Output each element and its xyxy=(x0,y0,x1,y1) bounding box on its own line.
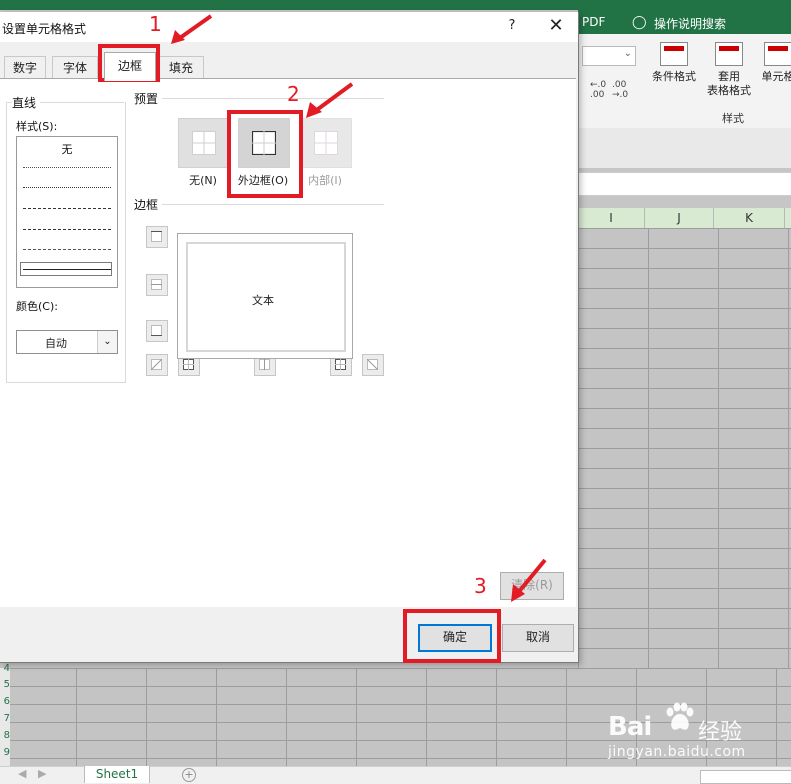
annotation-box-step2 xyxy=(227,110,303,198)
diagonal-up-icon xyxy=(151,359,162,370)
tell-me-search[interactable]: 操作说明搜索 xyxy=(654,15,726,32)
increase-decimal-icon[interactable]: ←.0.00 xyxy=(590,80,606,100)
line-style-list[interactable]: 无 xyxy=(16,136,118,288)
cell-styles-button[interactable]: 单元格 xyxy=(758,42,791,84)
border-inside-vertical-icon xyxy=(259,359,270,370)
line-style-dashed[interactable] xyxy=(23,249,111,250)
worksheet-grid[interactable] xyxy=(578,228,791,668)
conditional-format-icon xyxy=(660,42,688,66)
decrease-decimal-icon[interactable]: .00→.0 xyxy=(612,80,628,100)
number-format-select[interactable]: ⌄ xyxy=(582,46,636,66)
annotation-number-2: 2 xyxy=(287,82,300,106)
row-number[interactable]: 9 xyxy=(0,744,10,762)
ribbon-pdf-tab[interactable]: PDF xyxy=(582,15,605,29)
baidu-paw-icon xyxy=(662,700,696,734)
border-preview-text: 文本 xyxy=(248,292,278,308)
line-style-selected-frame xyxy=(20,262,112,276)
styles-group-label: 样式 xyxy=(722,110,744,126)
row-number[interactable]: 8 xyxy=(0,727,10,745)
border-top-button[interactable] xyxy=(146,226,168,248)
presets-title: 预置 xyxy=(134,90,162,107)
border-diagonal-up-button[interactable] xyxy=(146,354,168,376)
line-style-dash-dot[interactable] xyxy=(23,229,111,230)
ribbon-tab-strip: PDF ◯ 操作说明搜索 xyxy=(578,10,791,34)
border-diagonal-down-button[interactable] xyxy=(362,354,384,376)
border-rule xyxy=(134,204,384,205)
tab-number[interactable]: 数字 xyxy=(4,56,46,79)
color-label: 颜色(C): xyxy=(16,298,58,314)
border-top-icon xyxy=(151,231,162,242)
annotation-arrow-1 xyxy=(165,12,215,48)
row-headers: 4 5 6 7 8 9 xyxy=(0,668,10,766)
formula-input[interactable] xyxy=(578,172,791,196)
border-bottom-icon xyxy=(151,325,162,336)
chevron-down-icon: ⌄ xyxy=(624,48,632,59)
annotation-number-3: 3 xyxy=(474,574,487,598)
format-as-table-button[interactable]: 套用 表格格式 xyxy=(704,42,754,98)
preset-none-icon xyxy=(192,131,216,155)
column-header-i[interactable]: I xyxy=(578,208,645,228)
tab-border[interactable]: 边框 xyxy=(104,52,156,81)
diagonal-down-icon xyxy=(367,359,378,370)
cell-styles-label: 单元格 xyxy=(762,70,791,83)
row-number[interactable]: 7 xyxy=(0,710,10,728)
excel-title-strip xyxy=(0,0,791,10)
cell-styles-icon xyxy=(764,42,791,66)
add-sheet-button[interactable]: + xyxy=(182,768,196,782)
table-format-label-2: 表格格式 xyxy=(707,84,751,97)
dialog-titlebar: 设置单元格格式 ? ✕ xyxy=(0,12,578,42)
table-format-label-1: 套用 xyxy=(718,70,740,83)
column-header-j[interactable]: J xyxy=(645,208,714,228)
annotation-arrow-3 xyxy=(505,556,549,606)
baidu-logo-text: Bai xyxy=(608,712,651,742)
column-headers: I J K xyxy=(578,208,791,230)
close-button[interactable]: ✕ xyxy=(546,15,566,37)
column-header-k[interactable]: K xyxy=(714,208,785,228)
border-left-icon xyxy=(183,359,194,370)
annotation-box-step3 xyxy=(403,609,501,663)
conditional-format-label: 条件格式 xyxy=(652,70,696,83)
cancel-button[interactable]: 取消 xyxy=(502,624,574,652)
line-group-title: 直线 xyxy=(12,94,40,111)
border-inside-horizontal-icon xyxy=(151,279,162,290)
border-middle-horizontal-button[interactable] xyxy=(146,274,168,296)
annotation-number-1: 1 xyxy=(149,12,162,36)
dialog-title: 设置单元格格式 xyxy=(2,20,86,37)
baidu-url: jingyan.baidu.com xyxy=(608,744,746,760)
chevron-down-icon[interactable]: ⌄ xyxy=(97,331,117,353)
row-number[interactable]: 5 xyxy=(0,676,10,694)
line-style-hair[interactable] xyxy=(23,167,111,168)
line-color-select[interactable]: 自动 ⌄ xyxy=(16,330,118,354)
conditional-format-button[interactable]: 条件格式 xyxy=(646,42,702,84)
preset-inside-icon xyxy=(314,131,338,155)
line-style-dotted[interactable] xyxy=(23,187,111,188)
help-button[interactable]: ? xyxy=(504,18,520,36)
row-number[interactable]: 6 xyxy=(0,693,10,711)
prev-sheet-icon[interactable]: ◀ xyxy=(18,767,26,780)
tab-font[interactable]: 字体 xyxy=(52,56,98,79)
line-color-value: 自动 xyxy=(17,335,95,351)
border-bottom-button[interactable] xyxy=(146,320,168,342)
table-format-icon xyxy=(715,42,743,66)
tab-fill[interactable]: 填充 xyxy=(158,56,204,79)
formula-bar-area xyxy=(578,128,791,168)
lightbulb-icon[interactable]: ◯ xyxy=(632,15,647,30)
line-style-dash-dot-dot[interactable] xyxy=(23,208,111,209)
horizontal-scrollbar[interactable] xyxy=(700,770,791,784)
baidu-jingyan-text: 经验 xyxy=(698,714,742,746)
preset-inside-button xyxy=(300,118,352,168)
preset-none-button[interactable] xyxy=(178,118,230,168)
annotation-arrow-2 xyxy=(300,80,356,122)
ribbon-body: ⌄ ←.0.00 .00→.0 条件格式 套用 表格格式 单元格 样式 xyxy=(578,34,791,129)
line-style-none[interactable]: 无 xyxy=(17,141,117,157)
border-right-icon xyxy=(335,359,346,370)
sheet-tab-sheet1[interactable]: Sheet1 xyxy=(84,766,150,783)
style-label: 样式(S): xyxy=(16,118,57,134)
border-title: 边框 xyxy=(134,196,162,213)
next-sheet-icon[interactable]: ▶ xyxy=(38,767,46,780)
